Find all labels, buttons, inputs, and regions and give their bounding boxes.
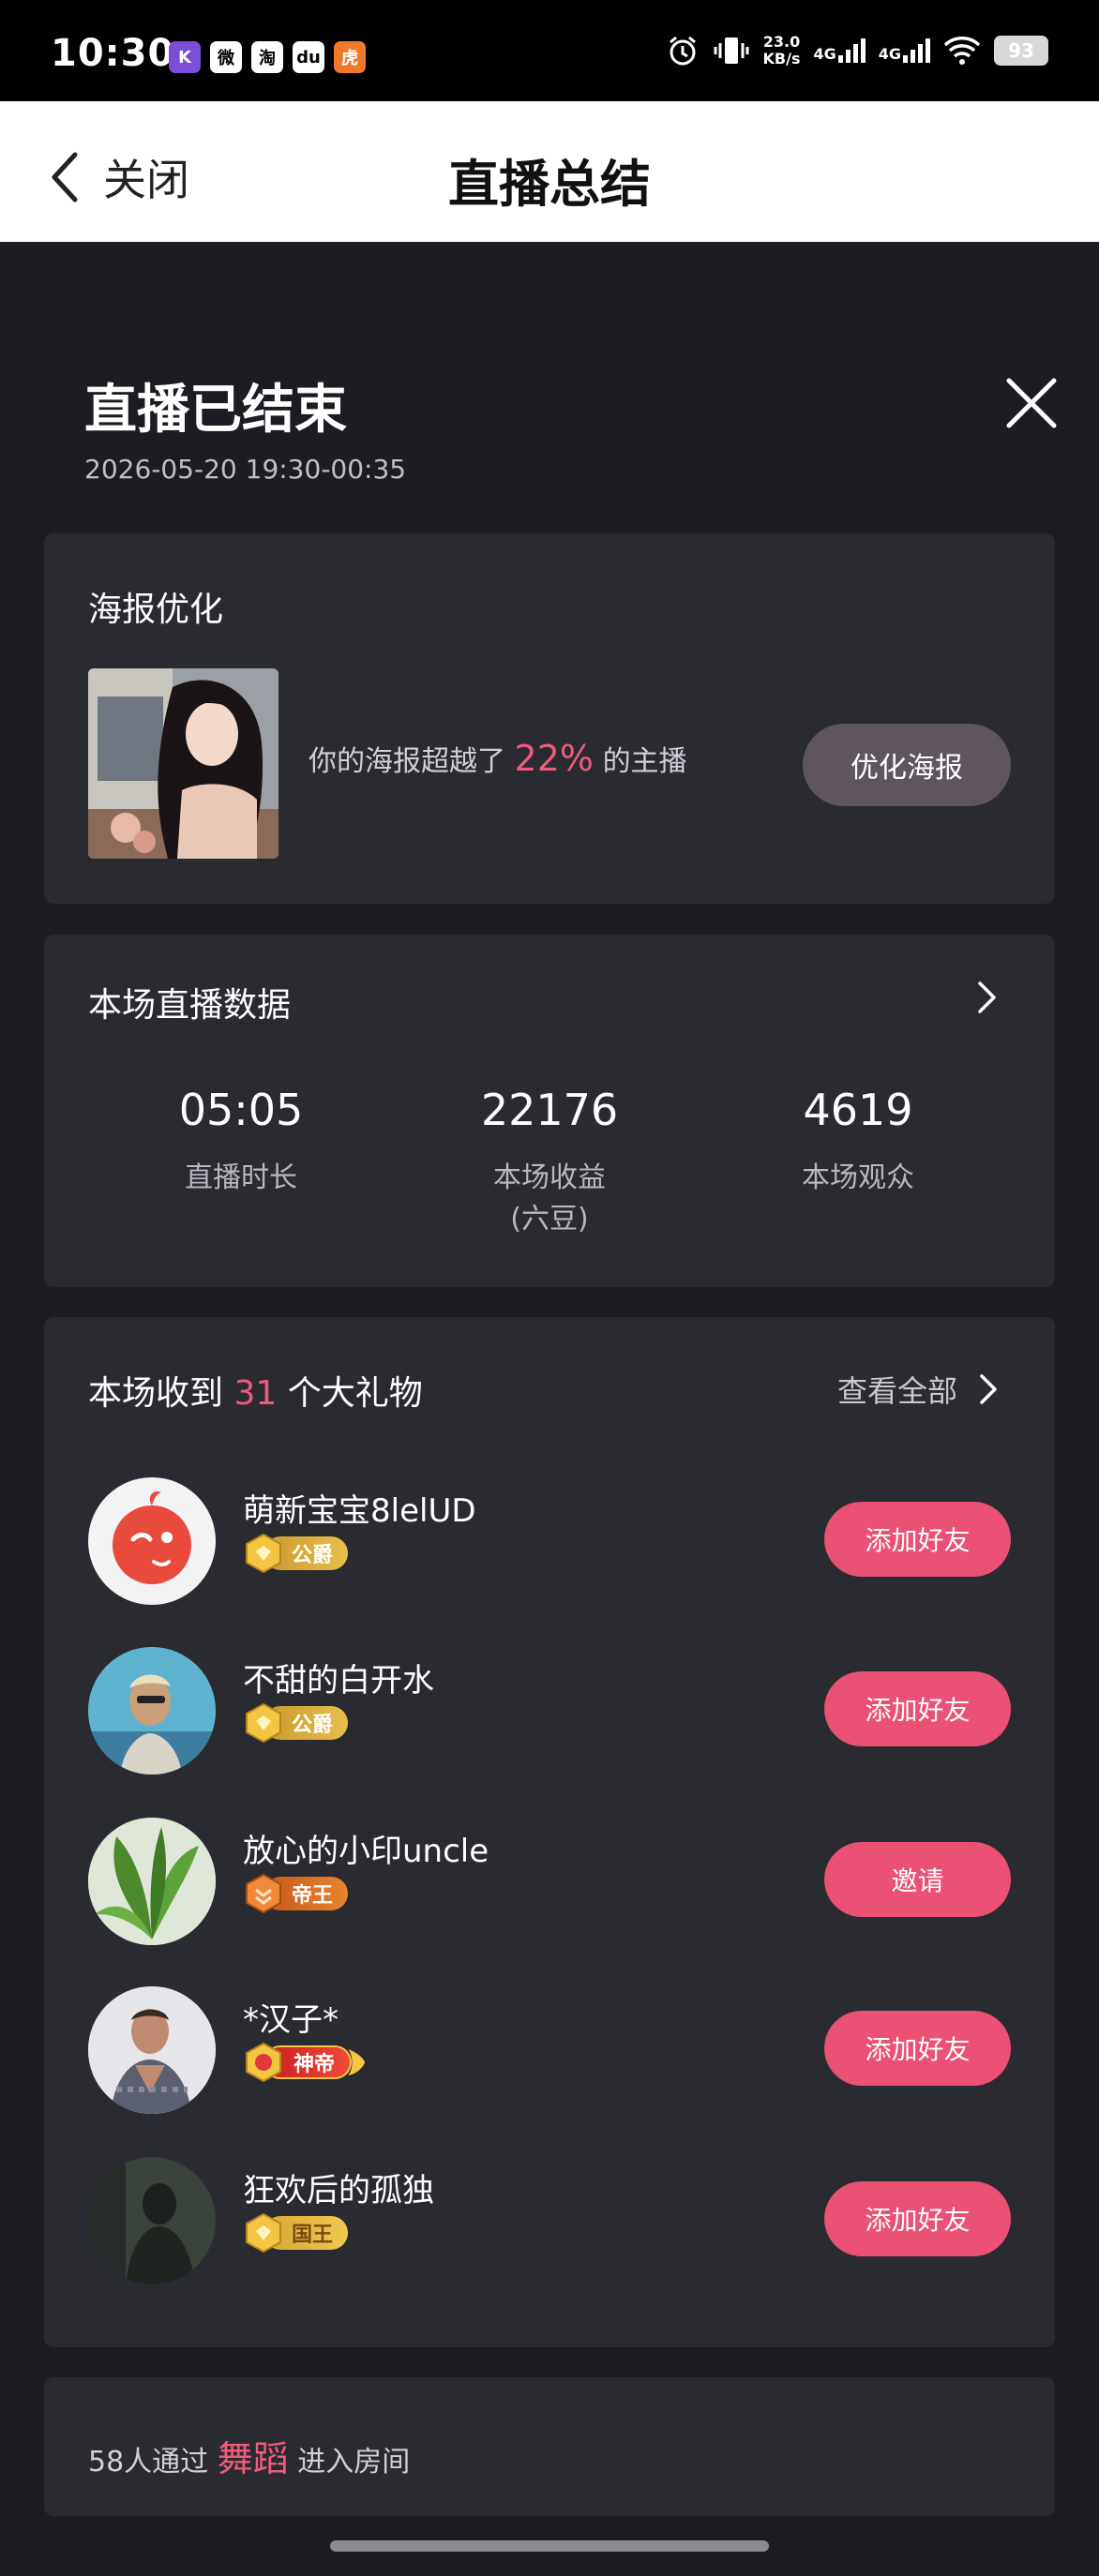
gift-user-row: 狂欢后的孤独 国王 添加好友 <box>44 2157 1055 2288</box>
alarm-icon <box>669 36 696 66</box>
noble-badge-icon <box>246 1533 281 1574</box>
close-icon[interactable] <box>1003 375 1060 431</box>
status-bar: 10:30 K 微 淘 du 虎 23.0 KB/s 4G 4G 93 <box>0 0 1099 101</box>
status-time: 10:30 <box>51 32 175 75</box>
entry-source-card: 58人通过 舞蹈 进入房间 <box>44 2377 1055 2516</box>
live-ended-title: 直播已结束 <box>84 380 347 441</box>
top-nav-bar: 关闭 直播总结 <box>0 101 1099 242</box>
status-app-icons: K 微 淘 du 虎 <box>169 41 366 73</box>
noble-badge-icon <box>246 1702 281 1744</box>
huya-app-icon: 虎 <box>334 41 366 73</box>
noble-badge: 帝王 <box>243 1873 349 1914</box>
gift-user-row: *汉子* 神帝 添加好友 <box>44 1986 1055 2118</box>
wing-icon <box>348 2049 366 2075</box>
user-name: *汉子* <box>243 2001 339 2039</box>
gift-user-row: 萌新宝宝8lelUD 公爵 添加好友 <box>44 1477 1055 1609</box>
add-friend-button[interactable]: 添加好友 <box>824 1671 1011 1746</box>
user-name: 狂欢后的孤独 <box>243 2172 434 2209</box>
big-gifts-card: 本场收到 31 个大礼物 查看全部 萌新宝宝8lelUD 公爵 添加好友 不甜的… <box>44 1317 1055 2347</box>
avatar[interactable] <box>88 1818 216 1945</box>
signal-2-icon: 4G <box>879 38 930 63</box>
avatar[interactable] <box>88 1647 216 1775</box>
wifi-icon <box>943 37 981 65</box>
live-time-range: 2026-05-20 19:30-00:35 <box>84 454 407 485</box>
noble-badge: 公爵 <box>243 1533 349 1574</box>
live-stats-card[interactable]: 本场直播数据 05:05 直播时长 22176 本场收益 (六豆) 4619 本… <box>44 935 1055 1287</box>
noble-badge-icon <box>246 2212 281 2254</box>
taobao-app-icon: 淘 <box>251 41 283 73</box>
noble-badge: 国王 <box>243 2212 349 2254</box>
stat-viewers: 4619 本场观众 <box>802 1085 914 1194</box>
entry-source-text: 58人通过 舞蹈 进入房间 <box>88 2438 411 2479</box>
stats-card-title: 本场直播数据 <box>88 986 292 1025</box>
signal-1-icon: 4G <box>813 38 866 63</box>
wechat-app-icon: 微 <box>210 41 242 73</box>
avatar[interactable] <box>88 1986 216 2114</box>
gift-count: 31 <box>233 1374 278 1413</box>
page-title: 直播总结 <box>448 155 651 214</box>
optimize-poster-button[interactable]: 优化海报 <box>803 724 1011 806</box>
avatar[interactable] <box>88 1477 216 1605</box>
add-friend-button[interactable]: 添加好友 <box>824 2011 1011 2086</box>
view-all-button[interactable]: 查看全部 <box>837 1368 999 1411</box>
gift-user-row: 放心的小印uncle 帝王 邀请 <box>44 1818 1055 1949</box>
noble-badge: 公爵 <box>243 1702 349 1744</box>
vibrate-icon <box>714 37 748 64</box>
poster-percent: 22% <box>514 738 595 779</box>
chevron-right-icon[interactable] <box>976 980 999 1015</box>
stat-earnings: 22176 本场收益 (六豆) <box>480 1085 619 1236</box>
status-indicators: 23.0 KB/s 4G 4G 93 <box>666 33 1048 67</box>
noble-badge-icon <box>246 2042 281 2083</box>
dewu-app-icon: du <box>293 41 324 73</box>
chevron-right-icon <box>980 1374 997 1404</box>
gifts-card-title: 本场收到 31 个大礼物 <box>88 1374 423 1413</box>
invite-button[interactable]: 邀请 <box>824 1842 1011 1917</box>
user-name: 不甜的白开水 <box>243 1662 434 1700</box>
add-friend-button[interactable]: 添加好友 <box>824 2181 1011 2256</box>
add-friend-button[interactable]: 添加好友 <box>824 1502 1011 1577</box>
home-indicator[interactable] <box>330 2540 769 2552</box>
noble-badge: 神帝 <box>243 2042 367 2083</box>
net-speed: 23.0 KB/s <box>762 33 801 67</box>
poster-card: 海报优化 你的海报超越了 22% 的主播 优化海报 <box>44 533 1055 904</box>
battery-icon: 93 <box>994 36 1048 66</box>
user-name: 萌新宝宝8lelUD <box>243 1492 476 1530</box>
poster-card-title: 海报优化 <box>88 591 224 629</box>
avatar[interactable] <box>88 2157 216 2284</box>
stat-duration: 05:05 直播时长 <box>178 1085 304 1194</box>
gift-user-row: 不甜的白开水 公爵 添加好友 <box>44 1647 1055 1778</box>
noble-badge-icon <box>246 1873 281 1914</box>
user-name: 放心的小印uncle <box>243 1833 489 1870</box>
poster-thumbnail <box>88 668 279 859</box>
entry-source-highlight: 舞蹈 <box>217 2438 289 2479</box>
poster-rank-text: 你的海报超越了 22% 的主播 <box>309 738 687 779</box>
kuaishou-app-icon: K <box>169 41 201 73</box>
